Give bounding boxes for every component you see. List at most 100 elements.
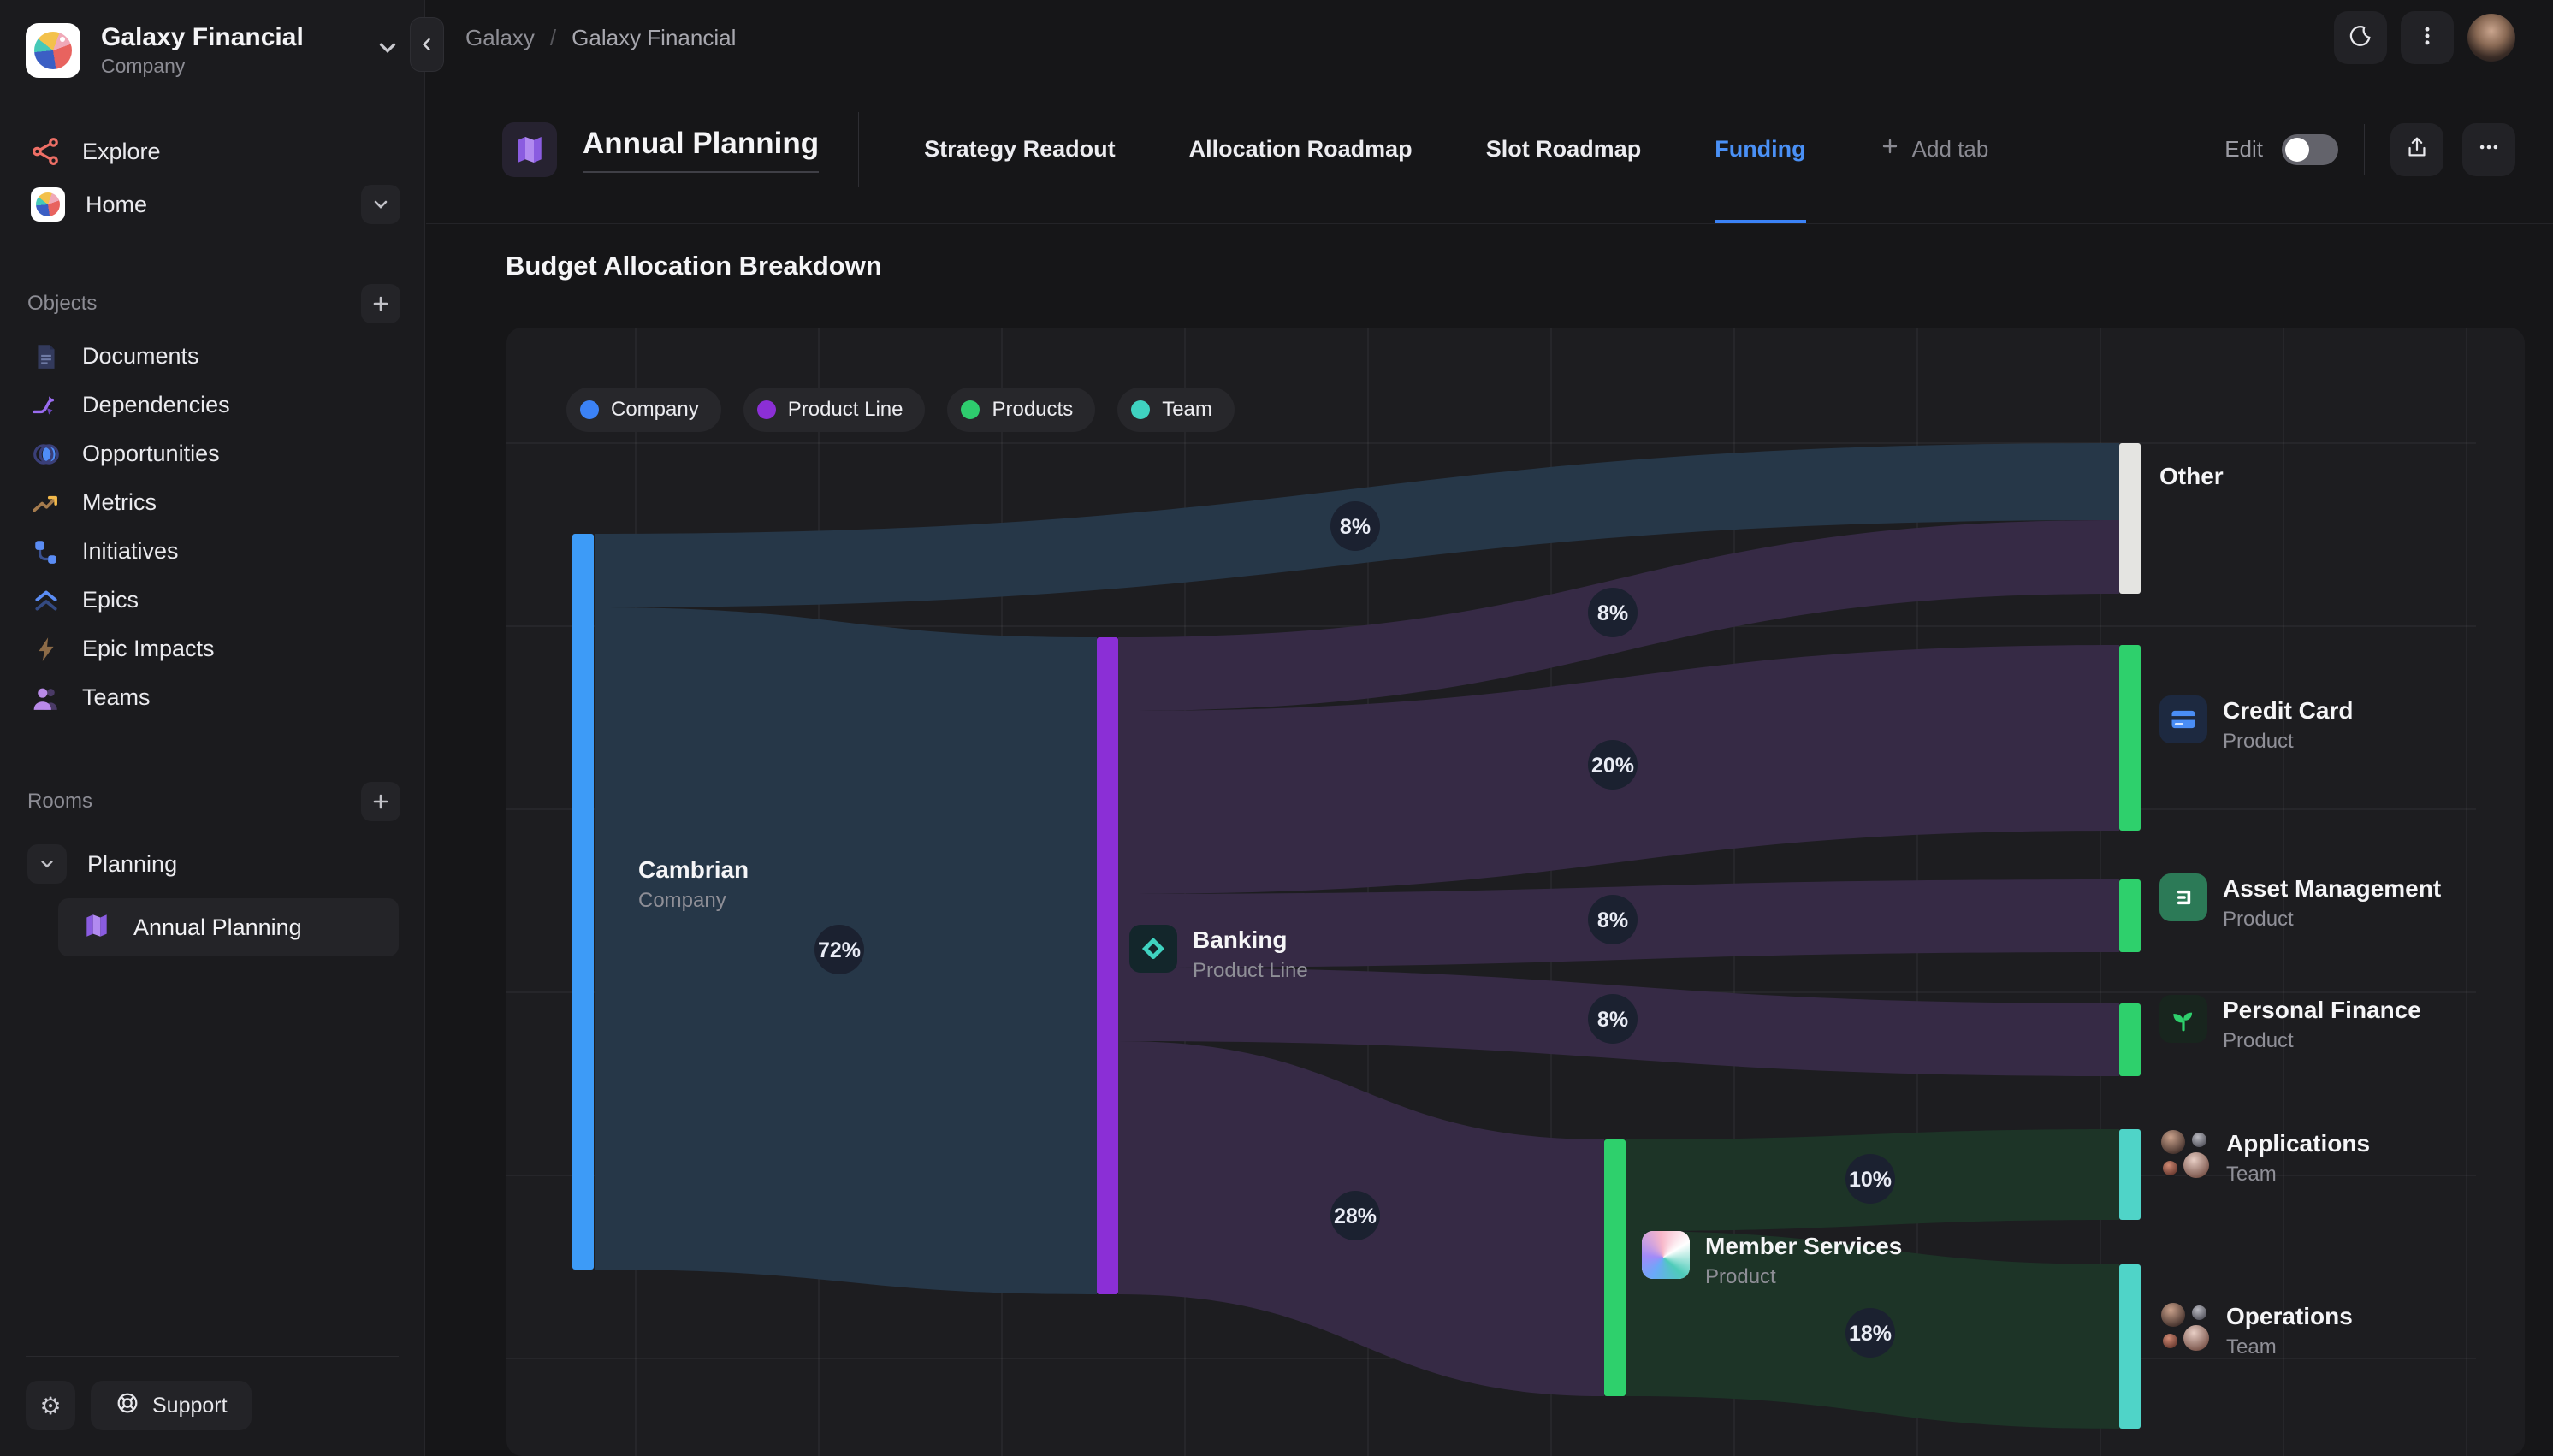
sankey-node-label-banking[interactable]: BankingProduct Line [1129,925,1308,983]
main-area: Galaxy / Galaxy Financial [426,0,2553,1456]
support-button[interactable]: Support [91,1381,252,1430]
sidebar-item-label: Opportunities [82,441,220,467]
sankey-node-label-operations[interactable]: OperationsTeam [2159,1301,2353,1359]
sidebar-item-documents[interactable]: Documents [0,332,424,381]
tab-allocation-roadmap[interactable]: Allocation Roadmap [1189,75,1413,223]
edit-label: Edit [2224,136,2263,163]
member-services-icon [1642,1231,1690,1279]
sankey-node-label-personal-finance[interactable]: Personal Finance Product [2159,995,2421,1053]
legend-chip-products[interactable]: Products [947,388,1095,432]
tab-funding[interactable]: Funding [1715,75,1805,223]
sidebar-item-label: Teams [82,684,151,711]
avatar[interactable] [2467,14,2515,62]
node-title: Asset Management [2223,873,2441,904]
plus-icon [1880,136,1900,163]
node-title: Applications [2226,1128,2370,1159]
legend-chip-team[interactable]: Team [1117,388,1235,432]
share-button[interactable] [2390,123,2443,176]
breadcrumb-workspace[interactable]: Galaxy [465,25,535,51]
chevron-down-icon [375,35,400,65]
legend-chip-company[interactable]: Company [566,388,721,432]
sidebar-item-teams[interactable]: Teams [0,673,424,722]
sidebar-item-epic-impacts[interactable]: Epic Impacts [0,624,424,673]
legend-label: Company [611,398,699,422]
epic-impacts-icon [31,634,62,665]
room-label: Planning [87,851,177,878]
org-logo [26,23,80,78]
legend-dot [757,400,776,419]
page-map-icon[interactable] [502,122,557,177]
title-row: Annual Planning Strategy Readout Allocati… [426,75,2553,224]
legend-dot [580,400,599,419]
sidebar-room-planning[interactable]: Planning [27,838,399,890]
content: Budget Allocation Breakdown CompanyProdu… [426,250,2553,1456]
explore-icon [31,136,62,167]
sidebar-page-annual-planning[interactable]: Annual Planning [58,898,399,956]
settings-button[interactable]: ⚙ [26,1381,75,1430]
sankey-node-label-other[interactable]: Other [2159,461,2224,492]
breadcrumb-company[interactable]: Galaxy Financial [572,25,736,51]
add-room-button[interactable] [361,782,400,821]
add-object-button[interactable] [361,284,400,323]
org-switcher[interactable]: Galaxy Financial Company [0,0,424,97]
svg-text:18%: 18% [1849,1322,1892,1346]
node-subtitle: Product [2223,1029,2421,1053]
legend-label: Product Line [788,398,903,422]
org-type: Company [101,55,304,78]
more-menu-button[interactable] [2401,11,2454,64]
theme-toggle-button[interactable] [2334,11,2387,64]
legend-chip-product-line[interactable]: Product Line [743,388,926,432]
sankey-node-label-applications[interactable]: ApplicationsTeam [2159,1128,2370,1187]
tab-slot-roadmap[interactable]: Slot Roadmap [1486,75,1642,223]
sankey-node-label-credit-card[interactable]: Credit CardProduct [2159,695,2353,754]
divider [858,112,859,187]
sidebar-item-epics[interactable]: Epics [0,576,424,624]
sidebar-footer: ⚙ Support [0,1356,424,1456]
sidebar-item-initiatives[interactable]: Initiatives [0,527,424,576]
sankey-node-label-member-services[interactable]: Member ServicesProduct [1642,1231,1902,1289]
node-title: Member Services [1705,1231,1902,1262]
rooms-section-label: Rooms [27,790,92,814]
objects-list: DocumentsDependencies Opportunities Metric… [0,332,424,722]
initiatives-icon [31,536,62,567]
legend-dot [961,400,980,419]
avatar-group-icon [2159,1128,2211,1180]
node-subtitle: Team [2226,1335,2353,1359]
tab-bar: Strategy Readout Allocation Roadmap Slot R… [924,75,1806,223]
dependencies-icon [31,390,62,421]
sidebar-item-metrics[interactable]: Metrics [0,478,424,527]
tab-strategy-readout[interactable]: Strategy Readout [924,75,1116,223]
edit-toggle[interactable] [2282,134,2338,165]
sidebar-item-label: Epics [82,587,139,613]
legend-label: Team [1162,398,1212,422]
chevron-down-icon[interactable] [27,844,67,884]
node-title: Other [2159,461,2224,492]
sidebar-collapse-button[interactable] [410,17,444,72]
add-tab-button[interactable]: Add tab [1880,136,1989,163]
ellipsis-icon [2477,135,2501,163]
credit-card-icon [2159,695,2207,743]
sidebar-item-explore[interactable]: Explore [0,125,424,178]
sidebar-item-opportunities[interactable]: Opportunities [0,429,424,478]
map-icon [82,911,111,944]
node-title: Personal Finance [2223,995,2421,1026]
page-title[interactable]: Annual Planning [583,127,819,173]
breadcrumb-separator: / [550,25,556,51]
sidebar-item-label: Initiatives [82,538,179,565]
sidebar-item-home[interactable]: Home [0,178,424,231]
sankey-node-label-asset-management[interactable]: Asset ManagementProduct [2159,873,2441,932]
sidebar-item-dependencies[interactable]: Dependencies [0,381,424,429]
sankey-node-label-cambrian[interactable]: CambrianCompany [638,855,749,913]
svg-text:28%: 28% [1334,1204,1377,1228]
sidebar-item-label: Metrics [82,489,157,516]
home-expand-button[interactable] [361,185,400,224]
svg-text:10%: 10% [1849,1168,1892,1192]
moon-icon [2348,23,2373,53]
page-more-button[interactable] [2462,123,2515,176]
node-title: Cambrian [638,855,749,885]
svg-text:8%: 8% [1340,515,1371,539]
home-icon [31,187,65,222]
org-name: Galaxy Financial [101,22,304,53]
gear-icon: ⚙ [39,1392,61,1420]
topbar: Galaxy / Galaxy Financial [426,0,2553,75]
